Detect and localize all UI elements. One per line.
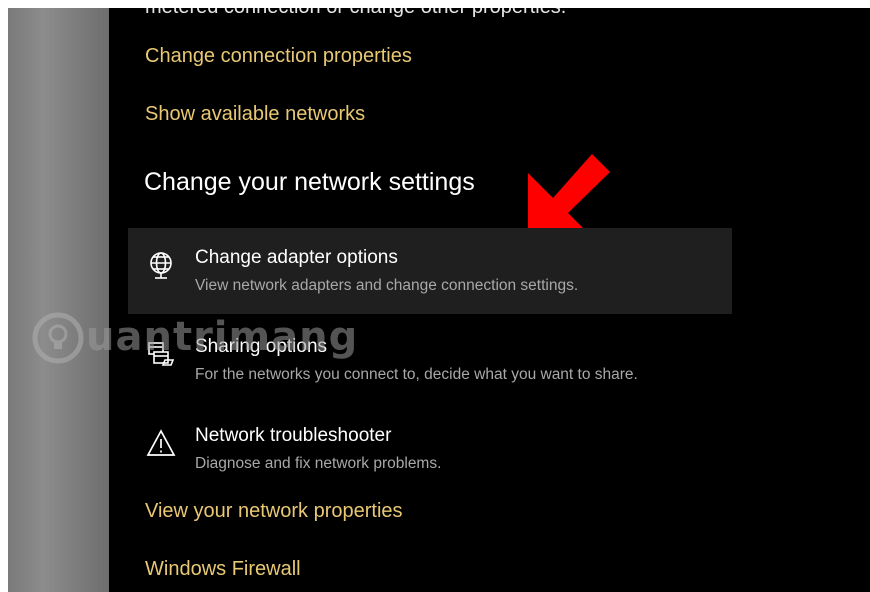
option-title: Change adapter options bbox=[195, 247, 398, 268]
cut-off-description: metered connection or change other prope… bbox=[145, 8, 566, 19]
option-description: For the networks you connect to, decide … bbox=[195, 366, 638, 383]
option-description: Diagnose and fix network problems. bbox=[195, 455, 442, 472]
sharing-options-item[interactable]: Sharing options For the networks you con… bbox=[128, 317, 732, 403]
adapter-globe-icon bbox=[145, 249, 177, 281]
network-troubleshooter-item[interactable]: Network troubleshooter Diagnose and fix … bbox=[128, 406, 732, 492]
change-adapter-options-item[interactable]: Change adapter options View network adap… bbox=[128, 228, 732, 314]
option-title: Sharing options bbox=[195, 336, 328, 357]
warning-triangle-icon bbox=[145, 427, 177, 459]
network-status-panel: metered connection or change other prope… bbox=[8, 8, 870, 592]
option-description: View network adapters and change connect… bbox=[195, 277, 579, 294]
change-connection-properties-link[interactable]: Change connection properties bbox=[145, 45, 412, 68]
show-available-networks-link[interactable]: Show available networks bbox=[145, 103, 365, 126]
settings-window: metered connection or change other prope… bbox=[8, 8, 870, 592]
option-title: Network troubleshooter bbox=[195, 425, 392, 446]
sharing-icon bbox=[145, 338, 177, 370]
windows-firewall-link[interactable]: Windows Firewall bbox=[145, 558, 301, 581]
view-network-properties-link[interactable]: View your network properties bbox=[145, 500, 403, 523]
section-title: Change your network settings bbox=[144, 168, 475, 196]
